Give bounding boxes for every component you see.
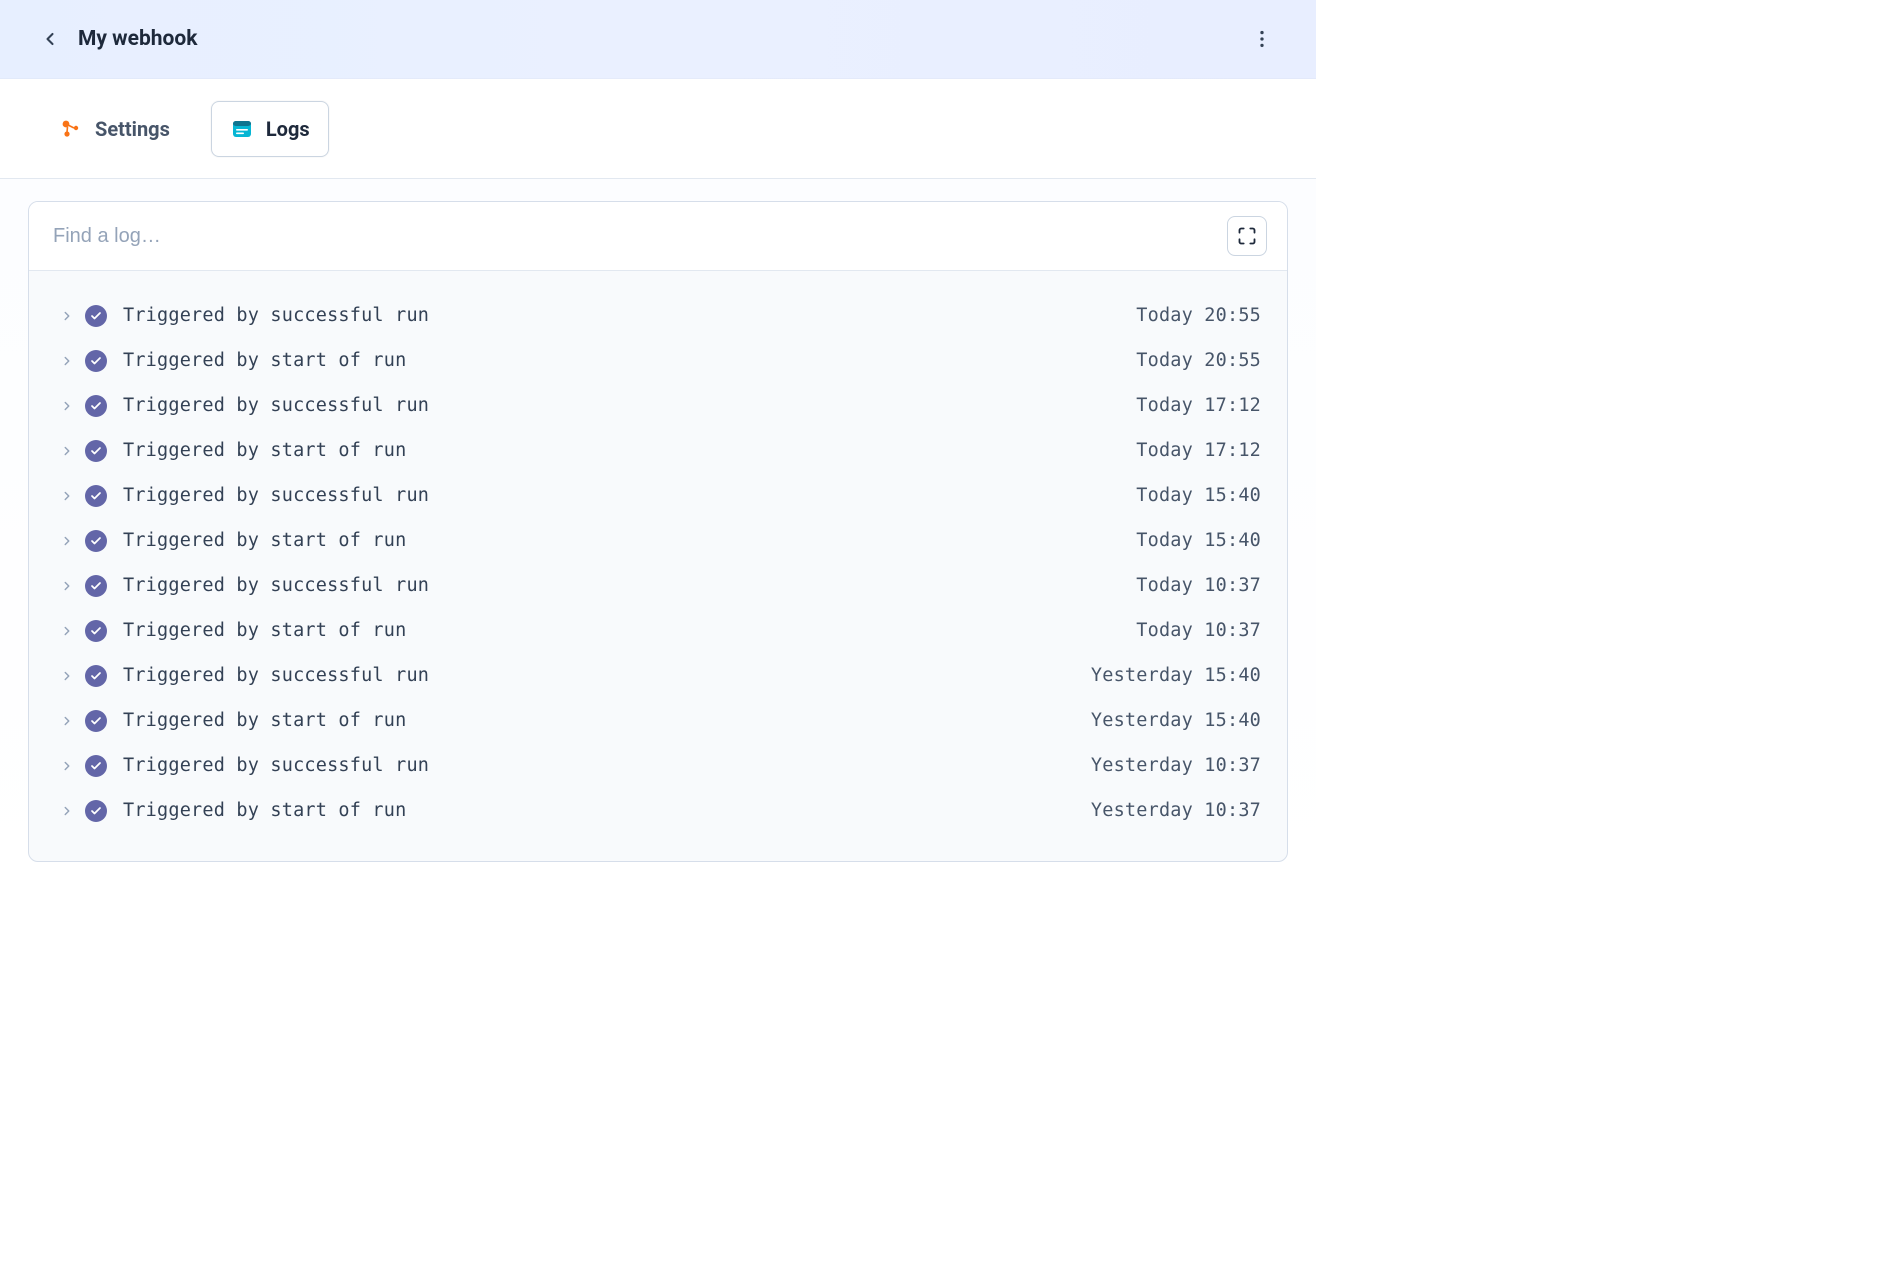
logs-panel: Triggered by successful runToday 20:55Tr…	[28, 201, 1288, 862]
chevron-right-icon	[55, 714, 79, 728]
status-success-icon	[85, 530, 107, 552]
log-row[interactable]: Triggered by start of runYesterday 10:37	[51, 788, 1265, 833]
search-input[interactable]	[49, 217, 1227, 256]
chevron-right-icon	[55, 444, 79, 458]
log-list: Triggered by successful runToday 20:55Tr…	[29, 271, 1287, 861]
tab-label: Settings	[95, 117, 170, 141]
log-timestamp: Yesterday 15:40	[1091, 665, 1261, 686]
search-row	[29, 202, 1287, 271]
content-area: Triggered by successful runToday 20:55Tr…	[0, 179, 1316, 890]
log-message: Triggered by successful run	[123, 395, 1136, 416]
more-menu-button[interactable]	[1248, 0, 1276, 78]
page-header: My webhook	[0, 0, 1316, 79]
more-vertical-icon	[1251, 28, 1273, 50]
log-timestamp: Today 17:12	[1136, 440, 1261, 461]
log-row[interactable]: Triggered by successful runYesterday 10:…	[51, 743, 1265, 788]
chevron-right-icon	[55, 534, 79, 548]
status-success-icon	[85, 485, 107, 507]
tab-logs[interactable]: Logs	[211, 101, 329, 157]
logs-icon	[230, 117, 254, 141]
log-row[interactable]: Triggered by successful runToday 17:12	[51, 383, 1265, 428]
log-row[interactable]: Triggered by successful runToday 20:55	[51, 293, 1265, 338]
log-message: Triggered by successful run	[123, 755, 1091, 776]
status-success-icon	[85, 395, 107, 417]
chevron-right-icon	[55, 759, 79, 773]
status-success-icon	[85, 350, 107, 372]
chevron-right-icon	[55, 354, 79, 368]
status-success-icon	[85, 305, 107, 327]
log-message: Triggered by start of run	[123, 350, 1136, 371]
chevron-left-icon	[40, 29, 60, 49]
status-success-icon	[85, 710, 107, 732]
tab-label: Logs	[266, 117, 310, 141]
log-timestamp: Today 10:37	[1136, 620, 1261, 641]
chevron-right-icon	[55, 399, 79, 413]
log-row[interactable]: Triggered by start of runToday 17:12	[51, 428, 1265, 473]
log-timestamp: Today 17:12	[1136, 395, 1261, 416]
expand-button[interactable]	[1227, 216, 1267, 256]
status-success-icon	[85, 665, 107, 687]
chevron-right-icon	[55, 309, 79, 323]
chevron-right-icon	[55, 489, 79, 503]
log-row[interactable]: Triggered by successful runToday 15:40	[51, 473, 1265, 518]
status-success-icon	[85, 440, 107, 462]
tab-settings[interactable]: Settings	[40, 101, 189, 157]
log-row[interactable]: Triggered by start of runToday 15:40	[51, 518, 1265, 563]
log-row[interactable]: Triggered by start of runYesterday 15:40	[51, 698, 1265, 743]
status-success-icon	[85, 755, 107, 777]
log-timestamp: Today 20:55	[1136, 305, 1261, 326]
log-message: Triggered by start of run	[123, 800, 1091, 821]
page-title: My webhook	[78, 27, 197, 51]
chevron-right-icon	[55, 804, 79, 818]
status-success-icon	[85, 575, 107, 597]
chevron-right-icon	[55, 579, 79, 593]
log-timestamp: Yesterday 10:37	[1091, 800, 1261, 821]
log-timestamp: Today 20:55	[1136, 350, 1261, 371]
log-row[interactable]: Triggered by start of runToday 20:55	[51, 338, 1265, 383]
status-success-icon	[85, 800, 107, 822]
status-success-icon	[85, 620, 107, 642]
log-row[interactable]: Triggered by successful runToday 10:37	[51, 563, 1265, 608]
log-message: Triggered by start of run	[123, 440, 1136, 461]
log-message: Triggered by successful run	[123, 305, 1136, 326]
maximize-icon	[1237, 226, 1257, 246]
log-message: Triggered by successful run	[123, 485, 1136, 506]
settings-icon	[59, 117, 83, 141]
log-timestamp: Today 10:37	[1136, 575, 1261, 596]
chevron-right-icon	[55, 624, 79, 638]
log-timestamp: Today 15:40	[1136, 530, 1261, 551]
log-timestamp: Yesterday 15:40	[1091, 710, 1261, 731]
log-timestamp: Yesterday 10:37	[1091, 755, 1261, 776]
log-message: Triggered by successful run	[123, 575, 1136, 596]
log-row[interactable]: Triggered by start of runToday 10:37	[51, 608, 1265, 653]
log-message: Triggered by start of run	[123, 620, 1136, 641]
log-row[interactable]: Triggered by successful runYesterday 15:…	[51, 653, 1265, 698]
chevron-right-icon	[55, 669, 79, 683]
back-button[interactable]	[36, 25, 64, 53]
tabs-bar: Settings Logs	[0, 79, 1316, 179]
log-message: Triggered by start of run	[123, 710, 1091, 731]
log-message: Triggered by successful run	[123, 665, 1091, 686]
log-message: Triggered by start of run	[123, 530, 1136, 551]
log-timestamp: Today 15:40	[1136, 485, 1261, 506]
